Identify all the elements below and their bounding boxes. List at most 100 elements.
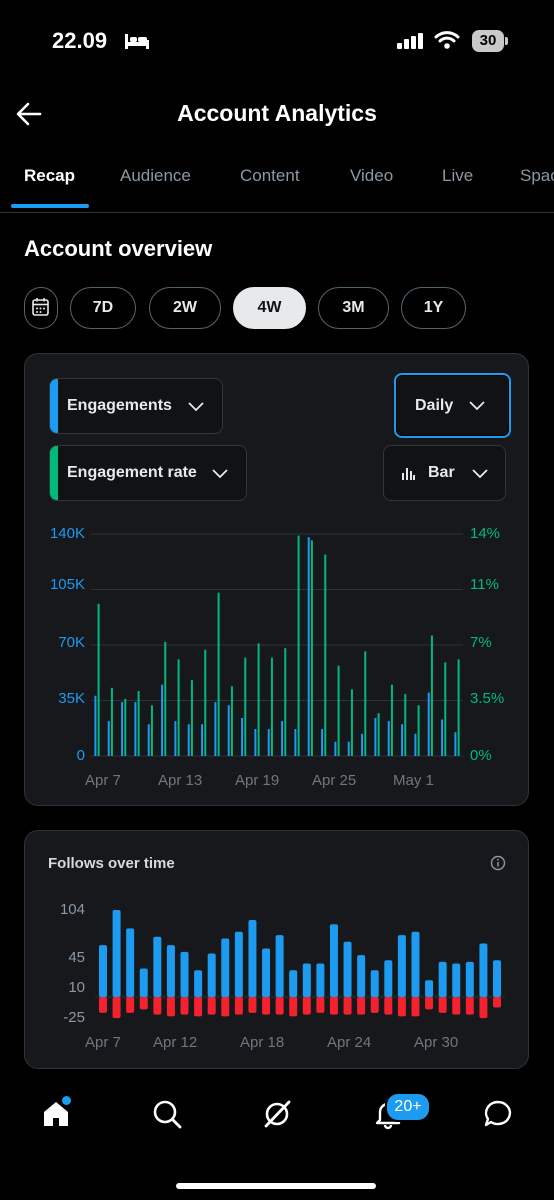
engagements-bar (401, 724, 404, 756)
range-2w-button[interactable]: 2W (149, 287, 221, 329)
active-tab-indicator (11, 204, 89, 208)
follows-bar (248, 920, 257, 997)
engagement-rate-bar (177, 659, 180, 756)
engagements-bar (321, 729, 324, 756)
engagement-rate-bar (297, 535, 300, 756)
unfollows-bar (180, 997, 189, 1015)
status-time: 22.09 (52, 28, 108, 53)
engagement-rate-bar (444, 662, 447, 756)
unfollows-bar (248, 997, 257, 1013)
tab-recap[interactable]: Recap (24, 166, 75, 186)
follows-bar (112, 910, 121, 997)
unfollows-bar (166, 997, 175, 1017)
engagement-chart-plot (91, 533, 463, 757)
unfollows-bar (153, 997, 162, 1015)
engagements-bar (241, 717, 244, 756)
tab-live[interactable]: Live (442, 166, 473, 186)
unfollows-bar (302, 997, 311, 1015)
engagements-bar (174, 721, 177, 756)
follows-bar (329, 924, 338, 997)
follows-bar (153, 936, 162, 997)
unfollows-bar (207, 997, 216, 1015)
engagements-bar (361, 733, 364, 756)
engagement-rate-bar (150, 705, 153, 756)
engagements-bar (267, 729, 270, 756)
engagement-rate-bar (364, 651, 367, 756)
section-title: Account overview (24, 236, 213, 261)
engagement-rate-bar (230, 686, 233, 756)
unfollows-bar (357, 997, 366, 1015)
engagements-bar (307, 537, 310, 756)
engagements-bar (107, 721, 110, 756)
engagements-bar (414, 733, 417, 756)
engagements-bar (254, 729, 257, 756)
engagement-rate-bar (204, 649, 207, 756)
follows-bar (411, 931, 420, 997)
range-1y-button[interactable]: 1Y (401, 287, 466, 329)
tab-bar: Recap Audience Content Video Live Spac (0, 160, 554, 210)
follows-bar (479, 943, 488, 997)
follows-chart-card: Follows over time 104 45 10 -25 Apr 7 Ap… (24, 830, 529, 1069)
follows-bar (166, 945, 175, 997)
unfollows-bar (425, 997, 434, 1010)
follows-bar (275, 935, 284, 997)
range-7d-button[interactable]: 7D (70, 287, 136, 329)
engagement-chart-card: Engagements Engagement rate Daily Bar 14… (24, 353, 529, 806)
engagements-bar (201, 724, 204, 756)
x-tick-label: Apr 30 (414, 1034, 459, 1051)
follows-bar (357, 955, 366, 997)
engagement-rate-bar (164, 641, 167, 756)
engagements-bar (147, 724, 150, 756)
engagement-rate-bar (377, 713, 380, 756)
x-tick-label: Apr 13 (158, 772, 203, 789)
follows-bar (99, 945, 107, 997)
x-tick-label: Apr 19 (235, 772, 280, 789)
x-tick-label: Apr 12 (153, 1034, 198, 1051)
unfollows-bar (370, 997, 379, 1013)
x-tick-label: Apr 18 (240, 1034, 285, 1051)
grok-icon[interactable] (261, 1098, 293, 1130)
search-icon[interactable] (151, 1098, 183, 1130)
calendar-icon (32, 298, 49, 316)
follows-bar (302, 963, 311, 997)
x-tick-label: Apr 25 (312, 772, 357, 789)
tab-content[interactable]: Content (240, 166, 300, 186)
follows-bar (316, 963, 325, 997)
engagement-rate-bar (110, 687, 113, 756)
engagements-bar (121, 702, 124, 756)
tab-video[interactable]: Video (350, 166, 393, 186)
follows-bar (289, 970, 298, 997)
engagements-bar (214, 702, 217, 756)
calendar-button[interactable] (24, 287, 58, 329)
cellular-signal-icon (397, 33, 423, 49)
engagement-rate-bar (137, 690, 140, 756)
follows-bar (221, 938, 230, 997)
unfollows-bar (289, 997, 298, 1017)
messages-icon[interactable] (482, 1098, 514, 1130)
engagements-bar (161, 684, 164, 756)
engagements-bar (227, 705, 230, 756)
unfollows-bar (112, 997, 121, 1019)
unfollows-bar (384, 997, 393, 1015)
home-notification-dot (62, 1096, 71, 1105)
engagement-rate-bar (457, 659, 460, 756)
range-4w-button[interactable]: 4W (233, 287, 306, 329)
engagements-bar (387, 721, 390, 756)
home-indicator (176, 1183, 376, 1189)
engagement-rate-bar (270, 657, 273, 756)
engagement-rate-bar (257, 643, 260, 756)
follows-bar (139, 968, 148, 997)
tab-spaces[interactable]: Spac (520, 166, 554, 186)
follows-bar (207, 953, 216, 997)
follows-bar (262, 948, 271, 997)
x-tick-label: Apr 7 (85, 1034, 121, 1051)
unfollows-bar (465, 997, 474, 1015)
range-3m-button[interactable]: 3M (318, 287, 389, 329)
engagement-rate-bar (97, 603, 100, 756)
engagement-rate-bar (190, 679, 193, 756)
engagements-bar (441, 719, 444, 756)
unfollows-bar (329, 997, 338, 1015)
follows-bar (370, 970, 379, 997)
tab-audience[interactable]: Audience (120, 166, 191, 186)
x-tick-label: Apr 7 (85, 772, 121, 789)
